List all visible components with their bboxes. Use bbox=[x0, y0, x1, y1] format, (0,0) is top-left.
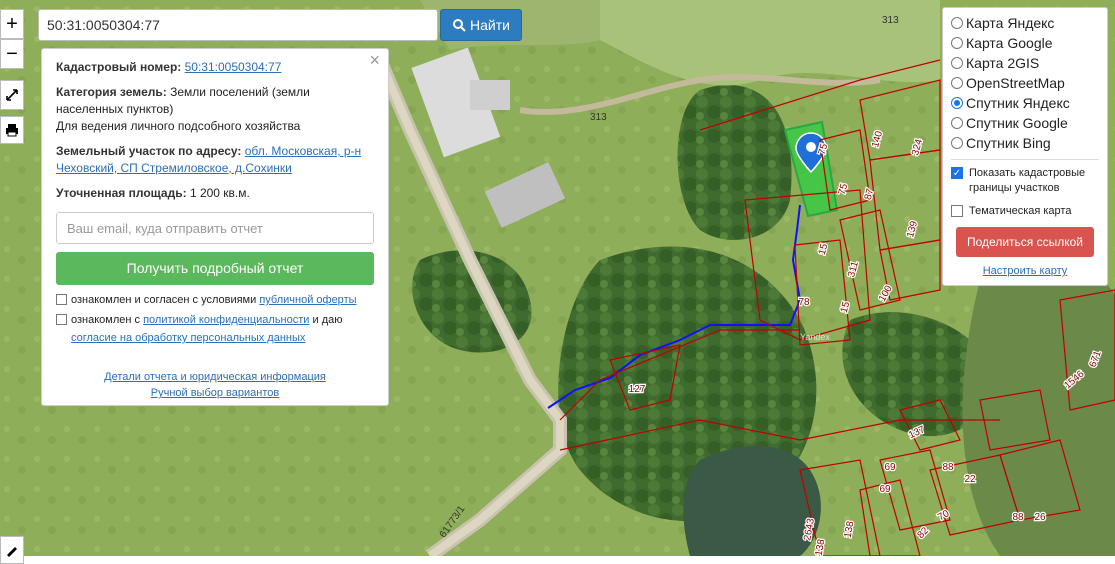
pencil-icon bbox=[7, 547, 17, 557]
layer-option[interactable]: Карта 2GIS bbox=[951, 53, 1099, 73]
details-link[interactable]: Детали отчета и юридическая информация bbox=[56, 369, 374, 385]
parcel-number-label[interactable]: 69 bbox=[878, 483, 892, 497]
layer-option[interactable]: Спутник Яндекс bbox=[951, 93, 1099, 113]
search-icon bbox=[453, 19, 466, 32]
parcel-info-panel: × Кадастровый номер: 50:31:0050304:77 Ка… bbox=[41, 48, 389, 406]
radio-button[interactable] bbox=[951, 97, 963, 109]
layer-options: Карта Яндекс Карта Google Карта 2GIS OpenSt… bbox=[951, 13, 1099, 153]
radio-button[interactable] bbox=[951, 37, 963, 49]
parcel-address: Земельный участок по адресу: обл. Москов… bbox=[56, 144, 362, 175]
parcel-number-label[interactable]: 88 bbox=[941, 461, 955, 475]
layer-option-label: Спутник Bing bbox=[966, 135, 1051, 151]
radio-button[interactable] bbox=[951, 57, 963, 69]
zoom-out-button[interactable]: − bbox=[0, 39, 24, 69]
layer-switcher-panel: Карта Яндекс Карта Google Карта 2GIS OpenSt… bbox=[942, 7, 1108, 286]
search-input[interactable]: 50:31:0050304:77 bbox=[38, 9, 438, 41]
show-borders-checkbox[interactable]: ✓ bbox=[951, 167, 963, 179]
expand-icon bbox=[6, 89, 18, 101]
parcel-number-label[interactable]: 127 bbox=[627, 383, 647, 397]
printer-icon bbox=[6, 124, 18, 137]
offer-checkbox[interactable] bbox=[56, 294, 67, 305]
privacy-checkbox[interactable] bbox=[56, 314, 67, 325]
parcel-number-label[interactable]: 26 bbox=[1033, 511, 1047, 525]
print-button[interactable] bbox=[0, 116, 24, 144]
get-report-button[interactable]: Получить подробный отчет bbox=[56, 252, 374, 285]
layer-option[interactable]: Спутник Google bbox=[951, 113, 1099, 133]
radio-button[interactable] bbox=[951, 17, 963, 29]
offer-agreement: ознакомлен и согласен с условиями публич… bbox=[56, 291, 374, 309]
privacy-link[interactable]: политикой конфиденциальности bbox=[143, 314, 309, 326]
layer-option-label: OpenStreetMap bbox=[966, 75, 1065, 91]
layer-option[interactable]: Карта Google bbox=[951, 33, 1099, 53]
divider bbox=[951, 159, 1099, 160]
thematic-map-option[interactable]: Тематическая карта bbox=[951, 204, 1099, 219]
road-label: 313 bbox=[882, 15, 899, 26]
road-label: 313 bbox=[590, 112, 607, 123]
layer-option-label: Спутник Яндекс bbox=[966, 95, 1070, 111]
parcel-area: Уточненная площадь: 1 200 кв.м. bbox=[56, 186, 250, 200]
close-icon[interactable]: × bbox=[369, 51, 380, 69]
consent-link[interactable]: согласие на обработку персональных данны… bbox=[71, 332, 305, 344]
manual-select-link[interactable]: Ручной выбор вариантов bbox=[56, 385, 374, 401]
layer-option-label: Карта Яндекс bbox=[966, 15, 1055, 31]
show-borders-option[interactable]: ✓ Показать кадастровые границы участков bbox=[951, 166, 1099, 196]
radio-button[interactable] bbox=[951, 137, 963, 149]
radio-button[interactable] bbox=[951, 117, 963, 129]
panel-links: Детали отчета и юридическая информация Р… bbox=[56, 369, 374, 401]
parcel-number-label[interactable]: 88 bbox=[1011, 511, 1025, 525]
parcel-number-label[interactable]: 78 bbox=[797, 296, 811, 310]
layer-option[interactable]: Спутник Bing bbox=[951, 133, 1099, 153]
privacy-agreement: ознакомлен с политикой конфиденциальност… bbox=[56, 311, 374, 347]
offer-link[interactable]: публичной оферты bbox=[259, 294, 356, 306]
land-category: Категория земель: Земли поселений (земли… bbox=[56, 85, 310, 133]
layer-option-label: Карта Google bbox=[966, 35, 1053, 51]
layer-option[interactable]: OpenStreetMap bbox=[951, 73, 1099, 93]
fullscreen-button[interactable] bbox=[0, 80, 24, 110]
layer-option-label: Спутник Google bbox=[966, 115, 1068, 131]
cadastral-number-link[interactable]: 50:31:0050304:77 bbox=[185, 60, 282, 74]
email-field[interactable]: Ваш email, куда отправить отчет bbox=[56, 212, 374, 244]
search-button[interactable]: Найти bbox=[440, 9, 522, 41]
configure-map-link[interactable]: Настроить карту bbox=[951, 265, 1099, 277]
ruler-button[interactable] bbox=[0, 536, 24, 564]
layer-option[interactable]: Карта Яндекс bbox=[951, 13, 1099, 33]
layer-option-label: Карта 2GIS bbox=[966, 55, 1040, 71]
parcel-number-label[interactable]: 22 bbox=[963, 473, 977, 487]
thematic-checkbox[interactable] bbox=[951, 205, 963, 217]
share-link-button[interactable]: Поделиться ссылкой bbox=[956, 227, 1094, 257]
radio-button[interactable] bbox=[951, 77, 963, 89]
zoom-in-button[interactable]: + bbox=[0, 9, 24, 39]
map-watermark: Yandex bbox=[800, 332, 830, 342]
parcel-number-label[interactable]: 69 bbox=[883, 461, 897, 475]
cadastral-number: Кадастровый номер: 50:31:0050304:77 bbox=[56, 60, 282, 74]
